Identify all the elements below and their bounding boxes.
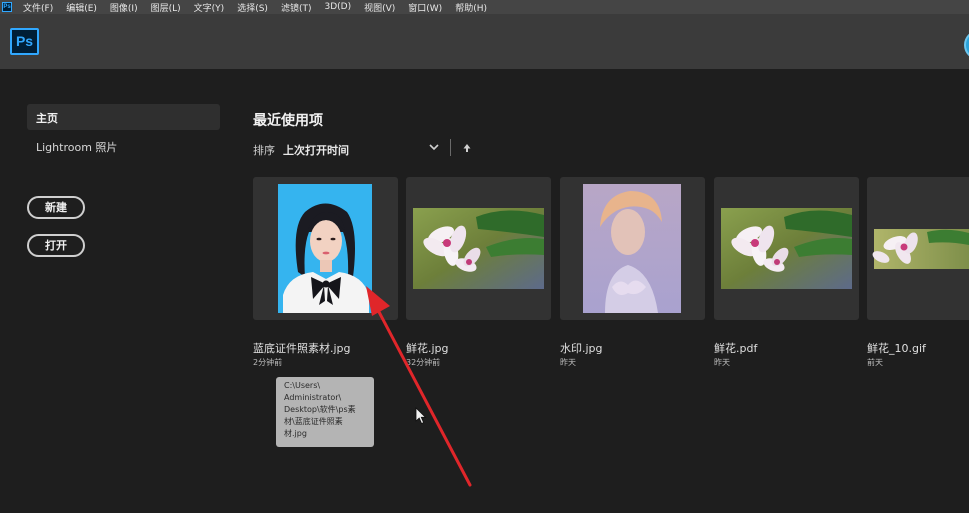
menu-view[interactable]: 视图(V) xyxy=(357,1,401,14)
recent-file-time: 昨天 xyxy=(714,358,730,367)
menu-type[interactable]: 文字(Y) xyxy=(187,1,231,14)
menu-window[interactable]: 窗口(W) xyxy=(401,1,448,14)
menu-file[interactable]: 文件(F) xyxy=(16,1,59,14)
mouse-cursor-icon xyxy=(415,407,427,425)
flowers-thumbnail xyxy=(872,229,969,269)
recent-file-name[interactable]: 蓝底证件照素材.jpg xyxy=(253,340,351,356)
sort-label: 排序 xyxy=(253,144,275,157)
app-header: Ps xyxy=(0,14,969,69)
sidebar-item-lightroom[interactable]: Lightroom 照片 xyxy=(36,139,117,155)
menu-help[interactable]: 帮助(H) xyxy=(448,1,493,14)
menu-bar: Ps 文件(F) 编辑(E) 图像(I) 图层(L) 文字(Y) 选择(S) 滤… xyxy=(0,0,969,14)
sidebar-item-home-label: 主页 xyxy=(36,112,58,125)
sidebar-item-home[interactable]: 主页 xyxy=(27,104,220,130)
recent-file-time: 前天 xyxy=(867,358,883,367)
menu-3d[interactable]: 3D(D) xyxy=(317,2,357,12)
recent-file-card[interactable] xyxy=(867,177,969,320)
open-button[interactable]: 打开 xyxy=(27,234,85,257)
photoshop-small-icon: Ps xyxy=(2,2,12,12)
recent-file-name[interactable]: 鲜花_10.gif xyxy=(867,340,926,356)
menu-layer[interactable]: 图层(L) xyxy=(144,1,187,14)
watermark-portrait-thumbnail xyxy=(583,184,681,313)
recent-file-name[interactable]: 水印.jpg xyxy=(560,340,603,356)
recent-file-card[interactable] xyxy=(714,177,859,320)
divider xyxy=(450,139,451,156)
photoshop-logo[interactable]: Ps xyxy=(10,28,39,55)
menu-filter[interactable]: 滤镜(T) xyxy=(274,1,318,14)
menu-select[interactable]: 选择(S) xyxy=(230,1,274,14)
annotation-arrow-icon xyxy=(366,286,472,487)
recent-file-time: 昨天 xyxy=(560,358,576,367)
sort-dropdown[interactable]: 上次打开时间 xyxy=(283,142,349,158)
sort-ascending-arrow-icon[interactable] xyxy=(462,142,472,154)
recent-file-card[interactable] xyxy=(560,177,705,320)
flowers-thumbnail xyxy=(721,208,852,289)
recent-file-name[interactable]: 鲜花.pdf xyxy=(714,340,757,356)
chevron-down-icon[interactable] xyxy=(427,140,441,154)
new-button[interactable]: 新建 xyxy=(27,196,85,219)
menu-edit[interactable]: 编辑(E) xyxy=(59,1,103,14)
recent-title: 最近使用项 xyxy=(253,113,323,129)
menu-image[interactable]: 图像(I) xyxy=(103,1,144,14)
recent-file-time: 2分钟前 xyxy=(253,358,283,367)
